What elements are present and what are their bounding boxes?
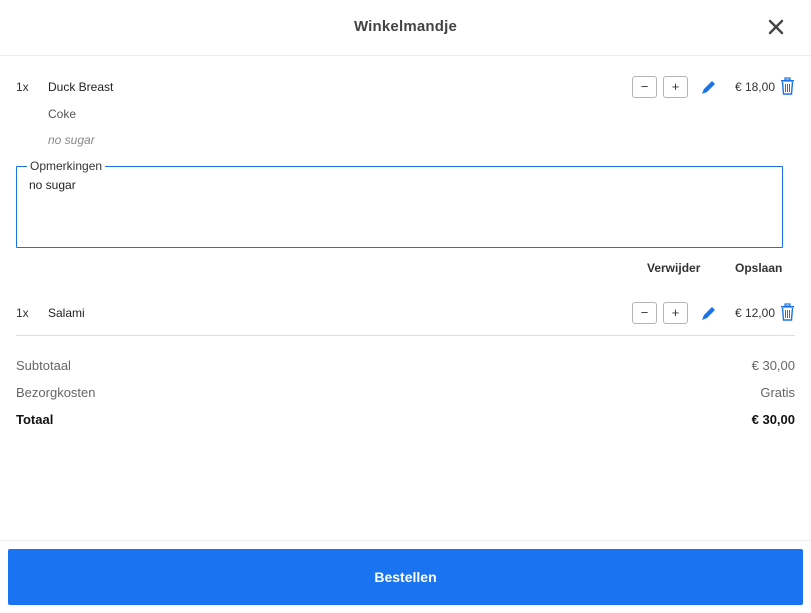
item-name: Salami — [48, 306, 85, 320]
total-row: Totaal € 30,00 — [16, 412, 795, 430]
item-price: € 12,00 — [734, 306, 775, 320]
increase-button[interactable]: + — [663, 302, 688, 324]
trash-icon[interactable] — [780, 303, 795, 321]
trash-icon[interactable] — [780, 77, 795, 95]
item-option: Coke — [48, 107, 77, 121]
delivery-row: Bezorgkosten Gratis — [16, 385, 795, 403]
cart-item-salami: 1x Salami − + € 12,00 — [16, 302, 795, 326]
item-name: Duck Breast — [48, 80, 114, 94]
cart-item-duck-breast: 1x Duck Breast − + € 18,00 — [16, 76, 795, 100]
item-quantity: 1x — [16, 80, 29, 94]
subtotal-value: € 30,00 — [751, 358, 795, 373]
close-icon[interactable] — [767, 17, 785, 37]
remarks-value[interactable]: no sugar — [29, 178, 76, 192]
edit-pencil-icon[interactable] — [700, 304, 718, 322]
delete-remark-button[interactable]: Verwijder — [647, 261, 700, 275]
footer-divider — [0, 540, 811, 541]
total-value: € 30,00 — [751, 412, 795, 427]
order-button[interactable]: Bestellen — [8, 549, 803, 605]
divider — [16, 335, 795, 336]
save-remark-button[interactable]: Opslaan — [735, 261, 782, 275]
total-label: Totaal — [16, 412, 54, 427]
subtotal-label: Subtotaal — [16, 358, 71, 373]
delivery-value: Gratis — [760, 385, 795, 400]
edit-pencil-icon[interactable] — [700, 78, 718, 96]
decrease-button[interactable]: − — [632, 76, 657, 98]
remarks-label: Opmerkingen — [27, 159, 106, 173]
item-price: € 18,00 — [734, 80, 775, 94]
increase-button[interactable]: + — [663, 76, 688, 98]
cart-title: Winkelmandje — [353, 18, 458, 35]
remarks-field[interactable]: Opmerkingen no sugar — [16, 159, 783, 248]
decrease-button[interactable]: − — [632, 302, 657, 324]
cart-header: Winkelmandje — [0, 0, 811, 56]
item-quantity: 1x — [16, 306, 29, 320]
item-note: no sugar — [48, 133, 95, 147]
subtotal-row: Subtotaal € 30,00 — [16, 358, 795, 376]
delivery-label: Bezorgkosten — [16, 385, 96, 400]
